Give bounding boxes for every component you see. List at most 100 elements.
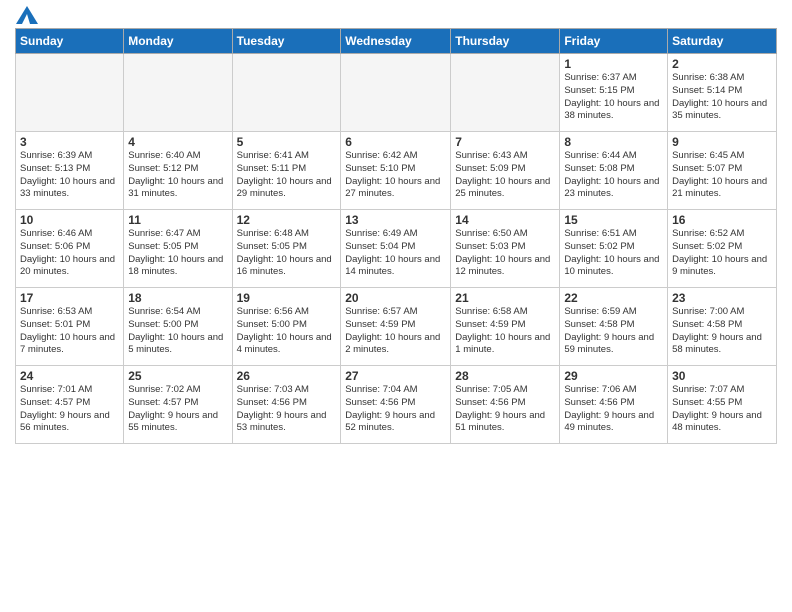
day-number: 17 [20, 291, 119, 305]
day-number: 20 [345, 291, 446, 305]
weekday-tuesday: Tuesday [232, 29, 341, 54]
day-info: Sunrise: 6:59 AM Sunset: 4:58 PM Dayligh… [564, 306, 663, 357]
day-number: 9 [672, 135, 772, 149]
day-info: Sunrise: 6:42 AM Sunset: 5:10 PM Dayligh… [345, 150, 446, 201]
day-number: 15 [564, 213, 663, 227]
day-info: Sunrise: 6:52 AM Sunset: 5:02 PM Dayligh… [672, 228, 772, 279]
day-info: Sunrise: 6:51 AM Sunset: 5:02 PM Dayligh… [564, 228, 663, 279]
logo [15, 10, 38, 20]
calendar-cell: 2Sunrise: 6:38 AM Sunset: 5:14 PM Daylig… [668, 54, 777, 132]
calendar-cell: 14Sunrise: 6:50 AM Sunset: 5:03 PM Dayli… [451, 210, 560, 288]
calendar-week-4: 17Sunrise: 6:53 AM Sunset: 5:01 PM Dayli… [16, 288, 777, 366]
calendar-cell: 13Sunrise: 6:49 AM Sunset: 5:04 PM Dayli… [341, 210, 451, 288]
calendar-cell: 26Sunrise: 7:03 AM Sunset: 4:56 PM Dayli… [232, 366, 341, 444]
day-number: 29 [564, 369, 663, 383]
day-info: Sunrise: 6:44 AM Sunset: 5:08 PM Dayligh… [564, 150, 663, 201]
day-info: Sunrise: 6:49 AM Sunset: 5:04 PM Dayligh… [345, 228, 446, 279]
calendar-cell: 16Sunrise: 6:52 AM Sunset: 5:02 PM Dayli… [668, 210, 777, 288]
calendar-week-3: 10Sunrise: 6:46 AM Sunset: 5:06 PM Dayli… [16, 210, 777, 288]
calendar-week-5: 24Sunrise: 7:01 AM Sunset: 4:57 PM Dayli… [16, 366, 777, 444]
day-number: 16 [672, 213, 772, 227]
day-info: Sunrise: 6:38 AM Sunset: 5:14 PM Dayligh… [672, 72, 772, 123]
day-number: 26 [237, 369, 337, 383]
calendar-cell [124, 54, 232, 132]
weekday-friday: Friday [560, 29, 668, 54]
day-number: 11 [128, 213, 227, 227]
calendar-cell [451, 54, 560, 132]
day-number: 6 [345, 135, 446, 149]
calendar-cell: 18Sunrise: 6:54 AM Sunset: 5:00 PM Dayli… [124, 288, 232, 366]
weekday-monday: Monday [124, 29, 232, 54]
calendar-cell: 4Sunrise: 6:40 AM Sunset: 5:12 PM Daylig… [124, 132, 232, 210]
calendar-week-2: 3Sunrise: 6:39 AM Sunset: 5:13 PM Daylig… [16, 132, 777, 210]
day-number: 25 [128, 369, 227, 383]
day-number: 24 [20, 369, 119, 383]
calendar-cell: 3Sunrise: 6:39 AM Sunset: 5:13 PM Daylig… [16, 132, 124, 210]
calendar-cell: 25Sunrise: 7:02 AM Sunset: 4:57 PM Dayli… [124, 366, 232, 444]
header [15, 10, 777, 20]
logo-icon [16, 6, 38, 24]
day-info: Sunrise: 7:00 AM Sunset: 4:58 PM Dayligh… [672, 306, 772, 357]
weekday-wednesday: Wednesday [341, 29, 451, 54]
calendar-cell: 21Sunrise: 6:58 AM Sunset: 4:59 PM Dayli… [451, 288, 560, 366]
day-number: 7 [455, 135, 555, 149]
day-info: Sunrise: 6:57 AM Sunset: 4:59 PM Dayligh… [345, 306, 446, 357]
calendar-cell: 30Sunrise: 7:07 AM Sunset: 4:55 PM Dayli… [668, 366, 777, 444]
day-number: 5 [237, 135, 337, 149]
day-info: Sunrise: 6:46 AM Sunset: 5:06 PM Dayligh… [20, 228, 119, 279]
day-info: Sunrise: 7:04 AM Sunset: 4:56 PM Dayligh… [345, 384, 446, 435]
day-info: Sunrise: 6:47 AM Sunset: 5:05 PM Dayligh… [128, 228, 227, 279]
day-info: Sunrise: 6:45 AM Sunset: 5:07 PM Dayligh… [672, 150, 772, 201]
calendar-cell [341, 54, 451, 132]
calendar-cell: 15Sunrise: 6:51 AM Sunset: 5:02 PM Dayli… [560, 210, 668, 288]
day-info: Sunrise: 6:40 AM Sunset: 5:12 PM Dayligh… [128, 150, 227, 201]
day-info: Sunrise: 7:01 AM Sunset: 4:57 PM Dayligh… [20, 384, 119, 435]
day-info: Sunrise: 6:41 AM Sunset: 5:11 PM Dayligh… [237, 150, 337, 201]
day-number: 8 [564, 135, 663, 149]
day-number: 27 [345, 369, 446, 383]
day-number: 28 [455, 369, 555, 383]
day-info: Sunrise: 7:05 AM Sunset: 4:56 PM Dayligh… [455, 384, 555, 435]
day-number: 13 [345, 213, 446, 227]
day-number: 2 [672, 57, 772, 71]
calendar-cell [16, 54, 124, 132]
day-number: 30 [672, 369, 772, 383]
day-info: Sunrise: 7:03 AM Sunset: 4:56 PM Dayligh… [237, 384, 337, 435]
calendar-cell: 28Sunrise: 7:05 AM Sunset: 4:56 PM Dayli… [451, 366, 560, 444]
calendar-cell: 29Sunrise: 7:06 AM Sunset: 4:56 PM Dayli… [560, 366, 668, 444]
calendar-cell: 7Sunrise: 6:43 AM Sunset: 5:09 PM Daylig… [451, 132, 560, 210]
weekday-saturday: Saturday [668, 29, 777, 54]
calendar-cell [232, 54, 341, 132]
calendar-cell: 11Sunrise: 6:47 AM Sunset: 5:05 PM Dayli… [124, 210, 232, 288]
day-number: 3 [20, 135, 119, 149]
day-info: Sunrise: 6:50 AM Sunset: 5:03 PM Dayligh… [455, 228, 555, 279]
day-number: 21 [455, 291, 555, 305]
day-number: 14 [455, 213, 555, 227]
day-info: Sunrise: 6:43 AM Sunset: 5:09 PM Dayligh… [455, 150, 555, 201]
calendar-cell: 22Sunrise: 6:59 AM Sunset: 4:58 PM Dayli… [560, 288, 668, 366]
day-info: Sunrise: 6:53 AM Sunset: 5:01 PM Dayligh… [20, 306, 119, 357]
calendar-cell: 1Sunrise: 6:37 AM Sunset: 5:15 PM Daylig… [560, 54, 668, 132]
calendar-table: SundayMondayTuesdayWednesdayThursdayFrid… [15, 28, 777, 444]
day-info: Sunrise: 6:48 AM Sunset: 5:05 PM Dayligh… [237, 228, 337, 279]
day-info: Sunrise: 6:54 AM Sunset: 5:00 PM Dayligh… [128, 306, 227, 357]
day-info: Sunrise: 6:37 AM Sunset: 5:15 PM Dayligh… [564, 72, 663, 123]
day-number: 18 [128, 291, 227, 305]
day-number: 1 [564, 57, 663, 71]
day-number: 19 [237, 291, 337, 305]
calendar-cell: 12Sunrise: 6:48 AM Sunset: 5:05 PM Dayli… [232, 210, 341, 288]
page-container: SundayMondayTuesdayWednesdayThursdayFrid… [0, 0, 792, 449]
calendar-cell: 6Sunrise: 6:42 AM Sunset: 5:10 PM Daylig… [341, 132, 451, 210]
weekday-thursday: Thursday [451, 29, 560, 54]
day-number: 10 [20, 213, 119, 227]
calendar-cell: 27Sunrise: 7:04 AM Sunset: 4:56 PM Dayli… [341, 366, 451, 444]
day-number: 23 [672, 291, 772, 305]
calendar-cell: 8Sunrise: 6:44 AM Sunset: 5:08 PM Daylig… [560, 132, 668, 210]
calendar-cell: 24Sunrise: 7:01 AM Sunset: 4:57 PM Dayli… [16, 366, 124, 444]
day-info: Sunrise: 6:58 AM Sunset: 4:59 PM Dayligh… [455, 306, 555, 357]
calendar-cell: 5Sunrise: 6:41 AM Sunset: 5:11 PM Daylig… [232, 132, 341, 210]
calendar-cell: 17Sunrise: 6:53 AM Sunset: 5:01 PM Dayli… [16, 288, 124, 366]
day-info: Sunrise: 7:02 AM Sunset: 4:57 PM Dayligh… [128, 384, 227, 435]
calendar-cell: 20Sunrise: 6:57 AM Sunset: 4:59 PM Dayli… [341, 288, 451, 366]
calendar-cell: 23Sunrise: 7:00 AM Sunset: 4:58 PM Dayli… [668, 288, 777, 366]
